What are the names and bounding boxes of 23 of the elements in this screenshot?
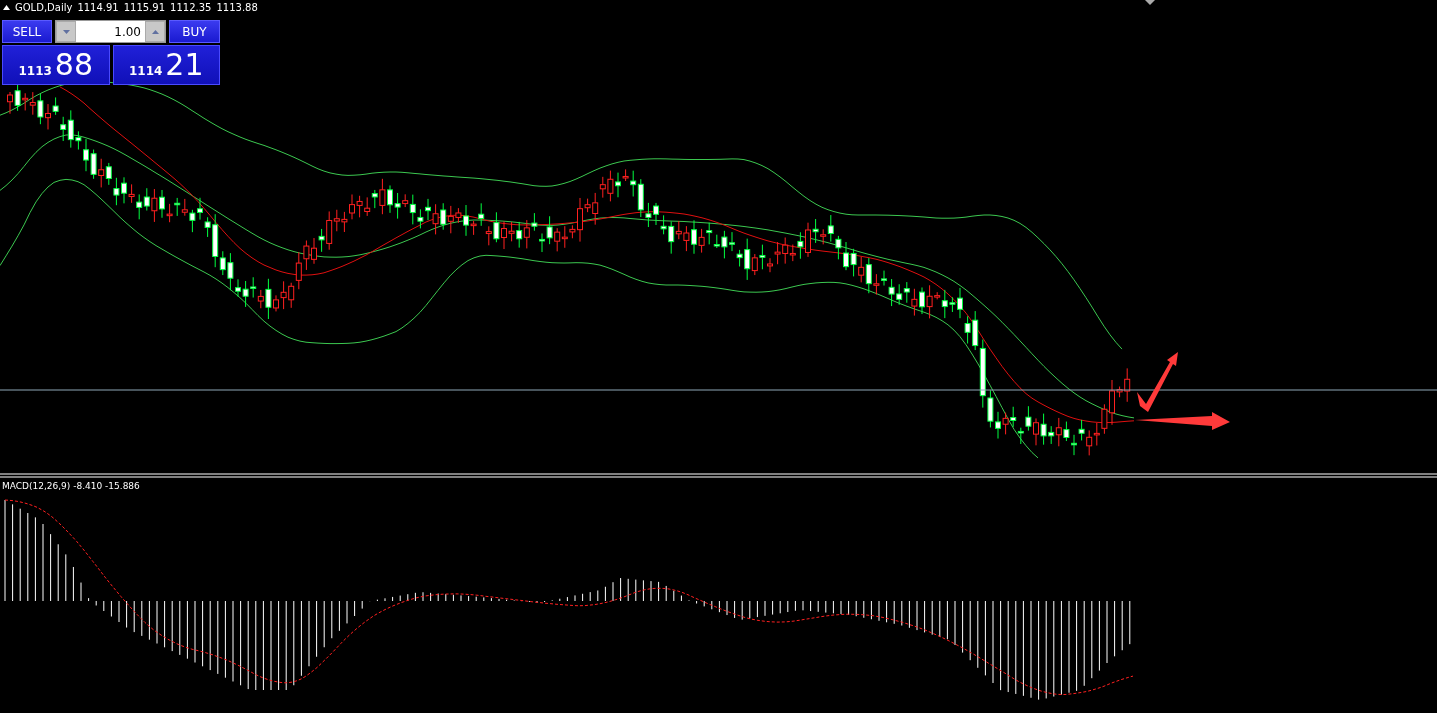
ohlc-value: 1114.91 <box>77 2 119 13</box>
buy-button[interactable]: BUY <box>169 20 220 43</box>
increase-button[interactable] <box>145 21 165 42</box>
price-prefix: 1114 <box>128 64 163 78</box>
buy-price-panel[interactable]: 1114 21 <box>112 45 220 85</box>
price-pips: 88 <box>54 48 94 82</box>
indicator-label: MACD(12,26,9) -8.410 -15.886 <box>2 481 140 491</box>
ohlc-value: 1112.35 <box>170 2 212 13</box>
price-prefix: 1113 <box>18 64 52 78</box>
symbol-label: GOLD,Daily <box>15 2 73 13</box>
caret-up-icon <box>151 29 159 34</box>
ohlc-value: 1115.91 <box>123 2 166 13</box>
price-level-line[interactable] <box>0 389 1437 391</box>
sell-price-panel[interactable]: 1113 88 <box>2 45 110 85</box>
lot-size-field[interactable]: 1.00 <box>76 21 145 42</box>
price-pips: 21 <box>165 48 204 82</box>
caret-down-icon <box>62 29 70 34</box>
lot-size-spinner[interactable]: 1.00 <box>55 20 166 43</box>
ohlc-value: 1113.88 <box>216 2 258 13</box>
sell-button[interactable]: SELL <box>2 20 52 43</box>
decrease-button[interactable] <box>56 21 76 42</box>
collapse-icon[interactable] <box>3 5 10 10</box>
shift-marker-icon[interactable] <box>1145 0 1155 5</box>
